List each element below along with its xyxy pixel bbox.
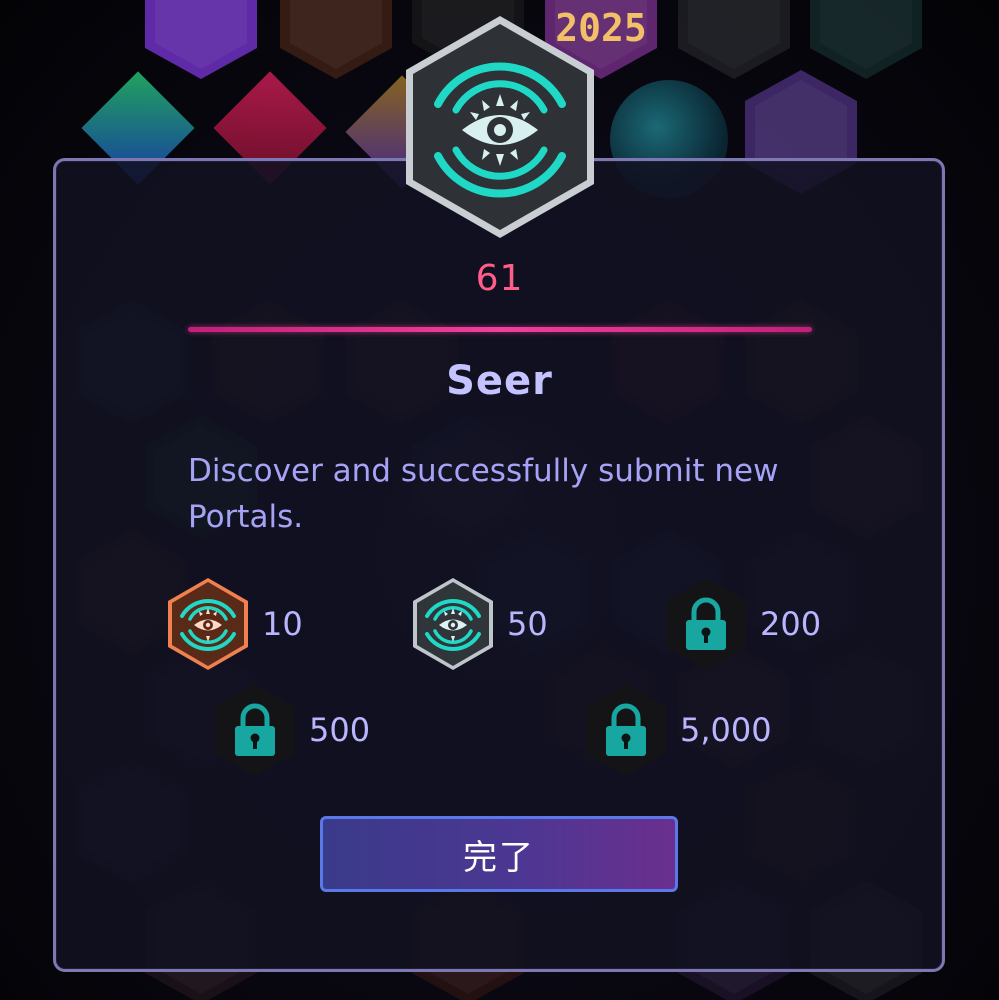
lock-icon: [586, 684, 666, 776]
badge-collection-screen: 2025 61 Seer Discover and successfully s…: [0, 0, 999, 1000]
tier-locked-500: 500: [213, 682, 370, 778]
bg-badge-teal: [810, 0, 922, 79]
title-divider: [188, 327, 812, 332]
tier-label-50: 50: [507, 605, 548, 643]
eye-icon: [168, 578, 248, 670]
badge-description: Discover and successfully submit new Por…: [188, 453, 779, 535]
lock-icon: [666, 578, 746, 670]
bg-badge-grey: [678, 0, 790, 79]
tier-locked-200: 200: [664, 576, 821, 672]
seer-badge-icon: [406, 16, 594, 238]
tier-silver: 50: [411, 576, 548, 672]
eye-icon: [413, 578, 493, 670]
badge-count: 61: [475, 258, 524, 299]
bg-badge-purple: [145, 0, 257, 79]
tier-label-5000: 5,000: [680, 711, 772, 749]
tier-label-200: 200: [760, 605, 822, 643]
badge-title: Seer: [446, 358, 553, 404]
tier-bronze: 10: [166, 576, 303, 672]
tier-label-10: 10: [262, 605, 303, 643]
tier-locked-5000: 5,000: [584, 682, 772, 778]
bg-badge-orange: [280, 0, 392, 79]
lock-icon: [215, 684, 295, 776]
done-button[interactable]: 完了: [320, 816, 678, 892]
tier-label-500: 500: [309, 711, 371, 749]
